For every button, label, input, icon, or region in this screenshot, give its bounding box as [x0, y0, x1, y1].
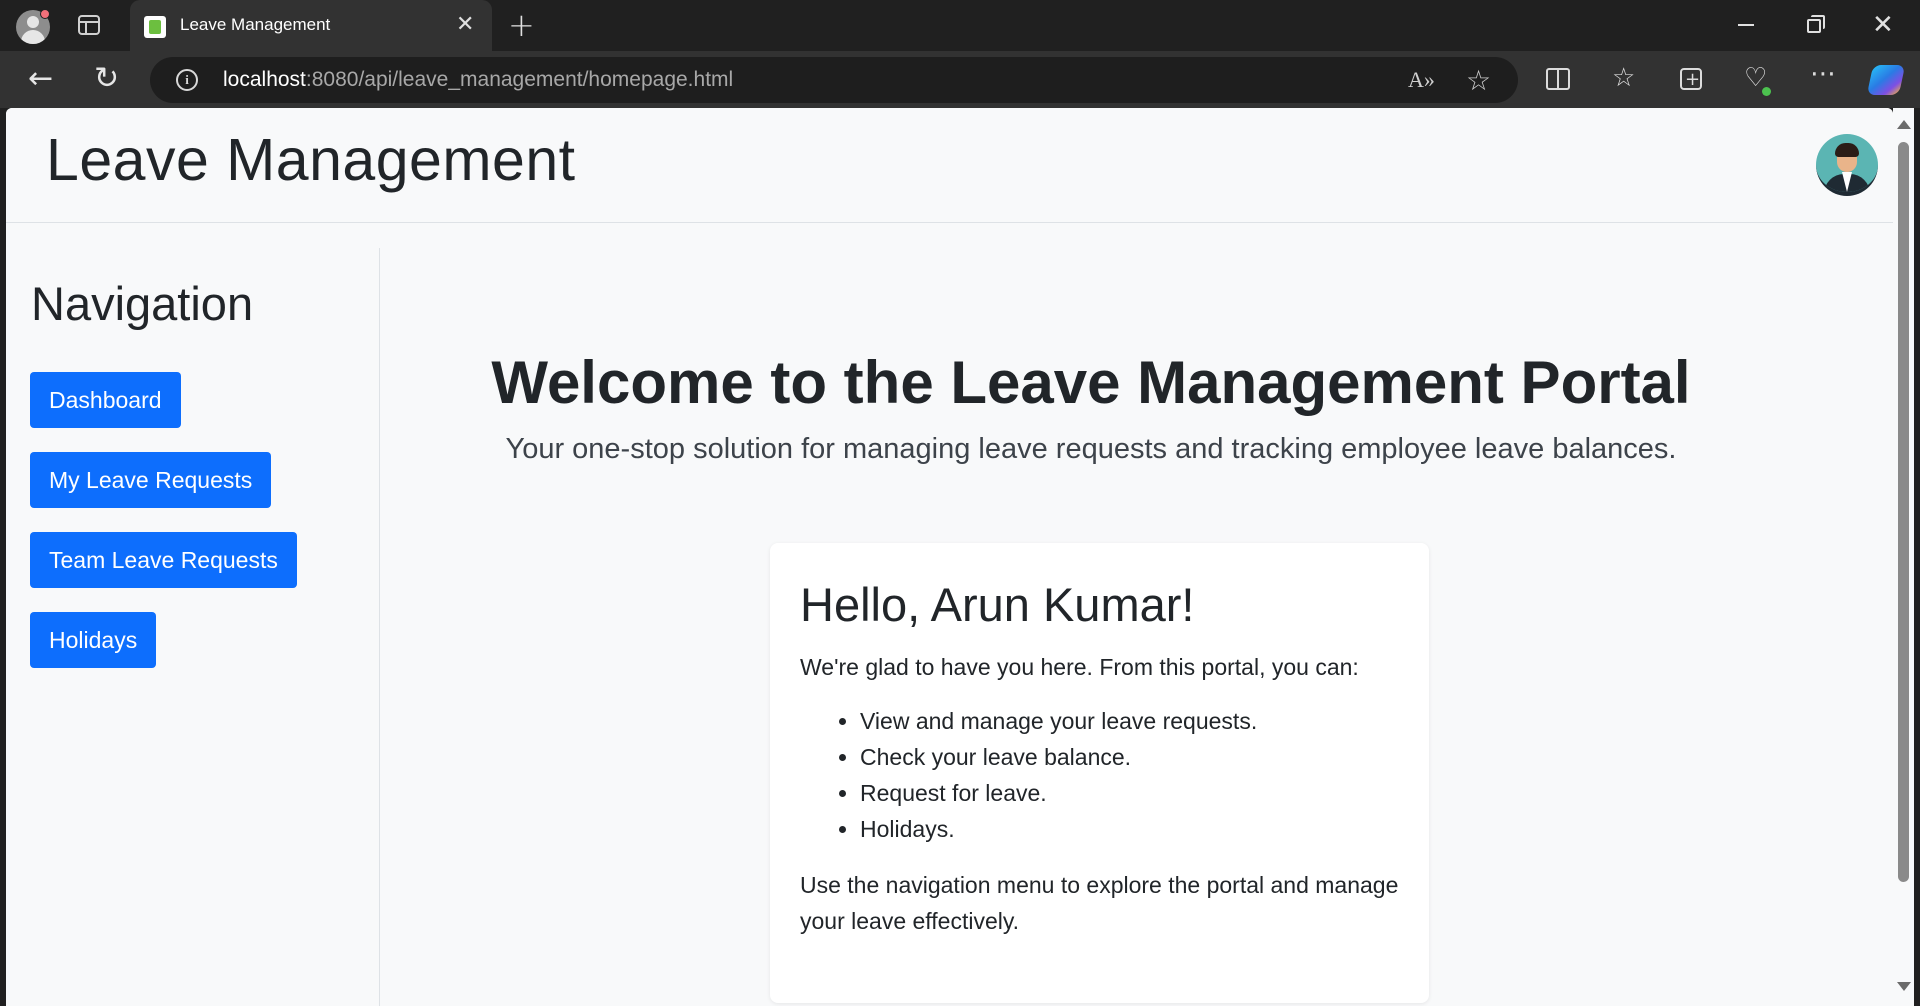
- new-tab-icon[interactable]: +: [508, 8, 535, 42]
- main-content: Welcome to the Leave Management Portal Y…: [381, 248, 1893, 1006]
- url-path: :8080/api/leave_management/homepage.html: [305, 68, 734, 91]
- sidebar: Navigation Dashboard My Leave Requests T…: [6, 248, 380, 1006]
- scrollbar-thumb[interactable]: [1898, 142, 1909, 882]
- browser-toolbar: ← ↻ i localhost:8080/api/leave_managemen…: [0, 51, 1920, 108]
- favicon: [144, 16, 166, 38]
- reload-icon[interactable]: ↻: [94, 61, 119, 97]
- feature-list: View and manage your leave requests. Che…: [800, 703, 1399, 847]
- greeting-outro: Use the navigation menu to explore the p…: [800, 872, 1399, 934]
- essentials-status-dot: [1762, 87, 1771, 96]
- scroll-down-icon[interactable]: [1897, 982, 1911, 991]
- sidebar-item-holidays[interactable]: Holidays: [30, 612, 157, 668]
- profile-notification-dot: [40, 9, 50, 19]
- favorites-icon[interactable]: ☆: [1612, 63, 1635, 93]
- page-viewport: Leave Management Navigation Dashboard My…: [6, 108, 1893, 1006]
- minimize-icon[interactable]: [1738, 24, 1754, 26]
- favorite-star-icon[interactable]: ☆: [1466, 64, 1491, 97]
- app-header: Leave Management: [6, 108, 1893, 223]
- sidebar-title: Navigation: [31, 277, 254, 330]
- copilot-icon[interactable]: [1866, 65, 1906, 95]
- read-aloud-icon[interactable]: A»: [1408, 67, 1435, 93]
- url-text[interactable]: localhost:8080/api/leave_management/home…: [223, 68, 733, 92]
- scroll-up-icon[interactable]: [1897, 120, 1911, 129]
- split-screen-icon[interactable]: [1546, 68, 1570, 90]
- tab-strip: Leave Management ✕ + ✕: [0, 0, 1920, 52]
- back-icon[interactable]: ←: [28, 61, 53, 97]
- tab-actions-icon[interactable]: [78, 15, 100, 35]
- list-item: Request for leave.: [860, 775, 1399, 811]
- welcome-heading: Welcome to the Leave Management Portal: [491, 349, 1691, 416]
- greeting-intro: We're glad to have you here. From this p…: [800, 654, 1359, 680]
- collections-icon[interactable]: [1680, 65, 1702, 95]
- address-bar[interactable]: i localhost:8080/api/leave_management/ho…: [150, 57, 1518, 103]
- restore-icon[interactable]: [1807, 15, 1825, 33]
- window-edge: [1914, 108, 1920, 1006]
- list-item: Check your leave balance.: [860, 739, 1399, 775]
- page-scrollbar[interactable]: [1893, 108, 1914, 1006]
- tab-title: Leave Management: [180, 15, 331, 34]
- tab-close-icon[interactable]: ✕: [456, 12, 474, 38]
- info-icon[interactable]: i: [176, 69, 198, 91]
- sidebar-item-team-leave-requests[interactable]: Team Leave Requests: [30, 532, 297, 588]
- sidebar-item-my-leave-requests[interactable]: My Leave Requests: [30, 452, 272, 508]
- sidebar-item-dashboard[interactable]: Dashboard: [30, 372, 181, 428]
- list-item: Holidays.: [860, 811, 1399, 847]
- app-title: Leave Management: [46, 127, 576, 193]
- user-avatar-icon[interactable]: [1816, 134, 1878, 196]
- window-close-icon[interactable]: ✕: [1872, 10, 1894, 40]
- list-item: View and manage your leave requests.: [860, 703, 1399, 739]
- url-host: localhost: [223, 68, 306, 91]
- browser-tab[interactable]: Leave Management ✕: [130, 0, 492, 52]
- greeting-card: Hello, Arun Kumar! We're glad to have yo…: [770, 543, 1429, 1003]
- more-icon[interactable]: ⋯: [1810, 59, 1836, 89]
- greeting-title: Hello, Arun Kumar!: [800, 578, 1195, 631]
- welcome-lead: Your one-stop solution for managing leav…: [505, 433, 1677, 465]
